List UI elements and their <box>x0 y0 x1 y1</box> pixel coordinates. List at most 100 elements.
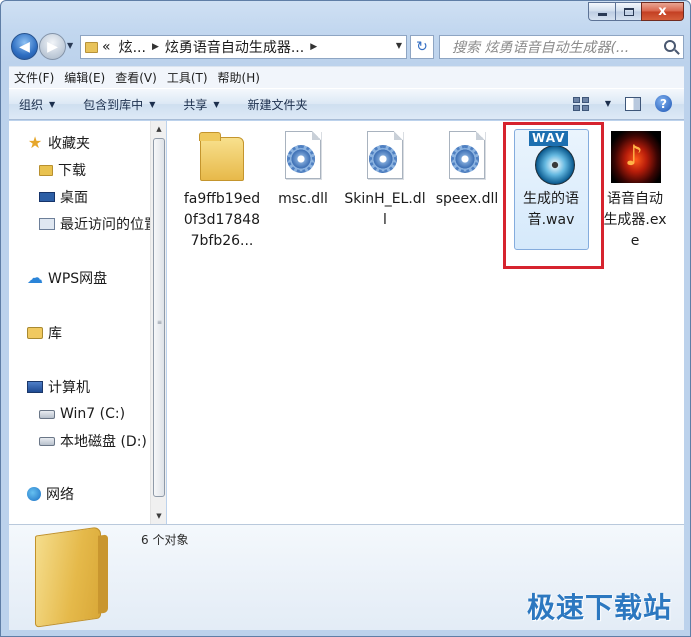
folder-icon <box>199 132 244 181</box>
navigation-pane: ★ 收藏夹 下载 桌面 最近访问的位置 ☁ WPS网盘 库 计算机 Win7 (… <box>9 121 150 524</box>
maximize-icon <box>623 7 634 16</box>
chevron-right-icon[interactable]: ▶ <box>310 42 317 52</box>
annotation-highlight-box <box>503 122 604 269</box>
view-options-button[interactable]: ▼ <box>572 96 611 111</box>
forward-button[interactable]: ▶ <box>39 33 66 60</box>
minimize-button[interactable] <box>588 2 615 21</box>
watermark-text: 极速下载站 <box>526 591 672 624</box>
file-name: speex.dll <box>435 191 499 207</box>
recent-places-icon <box>39 218 55 230</box>
file-item-folder[interactable]: fa9ffb19ed0f3d178487bfb26... <box>180 129 264 252</box>
refresh-icon: ↻ <box>416 39 428 55</box>
nav-item-recent[interactable]: 最近访问的位置 <box>39 213 150 235</box>
menu-tools[interactable]: 工具(T) <box>162 69 213 86</box>
arrow-right-icon: ▶ <box>47 38 58 55</box>
preview-pane-icon[interactable] <box>625 96 641 111</box>
menu-file[interactable]: 文件(F) <box>9 69 59 86</box>
nav-item-downloads[interactable]: 下载 <box>39 159 86 181</box>
organize-button[interactable]: 组织 ▼ <box>19 96 55 113</box>
chevron-down-icon: ▼ <box>604 99 611 108</box>
back-button[interactable]: ◀ <box>11 33 38 60</box>
chevron-down-icon: ▼ <box>149 99 156 109</box>
folder-icon <box>39 164 53 176</box>
scroll-thumb[interactable]: ≡ <box>153 138 165 497</box>
menu-view[interactable]: 查看(V) <box>110 69 162 86</box>
chevron-down-icon: ▼ <box>213 99 220 109</box>
nav-item-wps-cloud[interactable]: ☁ WPS网盘 <box>27 267 107 289</box>
close-button[interactable]: x <box>641 2 684 21</box>
nav-label: 桌面 <box>60 190 88 206</box>
nav-scrollbar[interactable]: ▲ ≡ ▼ <box>150 121 166 524</box>
nav-item-drive-c[interactable]: Win7 (C:) <box>39 403 125 425</box>
file-name: 语音自动生成器.exe <box>603 191 667 249</box>
music-note-icon: ♪ <box>625 139 643 172</box>
nav-item-library[interactable]: 库 <box>27 322 62 344</box>
recent-pages-dropdown[interactable]: ▼ <box>67 41 73 50</box>
breadcrumb-segment-2[interactable]: 炫勇语音自动生成器... <box>165 37 304 57</box>
nav-item-computer[interactable]: 计算机 <box>27 376 90 398</box>
include-library-button[interactable]: 包含到库中 ▼ <box>83 96 155 113</box>
search-box[interactable]: 搜索 炫勇语音自动生成器(... <box>439 35 684 59</box>
file-name: SkinH_EL.dll <box>344 191 426 228</box>
address-bar[interactable]: « 炫... ▶ 炫勇语音自动生成器... ▶ ▼ <box>80 35 407 59</box>
command-bar: 组织 ▼ 包含到库中 ▼ 共享 ▼ 新建文件夹 ▼ ? <box>9 88 684 120</box>
nav-label: 计算机 <box>48 380 90 396</box>
nav-label: 库 <box>48 326 62 342</box>
file-item-exe[interactable]: ♪ 语音自动生成器.exe <box>595 129 675 252</box>
file-item-speex-dll[interactable]: speex.dll <box>425 129 509 210</box>
file-list: fa9ffb19ed0f3d178487bfb26... msc.dll Ski… <box>167 121 684 524</box>
folder-icon <box>35 526 101 628</box>
scroll-down-icon[interactable]: ▼ <box>151 508 167 524</box>
share-button[interactable]: 共享 ▼ <box>183 96 219 113</box>
file-item-msc-dll[interactable]: msc.dll <box>261 129 345 210</box>
chevron-down-icon[interactable]: ▼ <box>396 41 402 50</box>
menu-edit[interactable]: 编辑(E) <box>59 69 110 86</box>
windows-drive-icon <box>39 409 55 419</box>
hard-drive-icon <box>39 436 55 446</box>
share-label: 共享 <box>183 97 208 112</box>
nav-item-drive-d[interactable]: 本地磁盘 (D:) <box>39 430 147 452</box>
search-input[interactable]: 搜索 炫勇语音自动生成器(... <box>440 37 650 57</box>
search-icon[interactable] <box>664 40 676 52</box>
menu-bar: 文件(F) 编辑(E) 查看(V) 工具(T) 帮助(H) <box>9 66 684 88</box>
library-icon <box>27 327 43 339</box>
close-icon: x <box>658 4 667 19</box>
gear-icon <box>451 145 479 173</box>
cloud-icon: ☁ <box>27 268 43 287</box>
gear-icon <box>369 145 397 173</box>
refresh-button[interactable]: ↻ <box>410 35 434 59</box>
chevron-right-icon[interactable]: ▶ <box>152 42 159 52</box>
file-name: msc.dll <box>278 191 328 207</box>
gear-icon <box>287 145 315 173</box>
nav-item-desktop[interactable]: 桌面 <box>39 186 88 208</box>
nav-label: 收藏夹 <box>48 136 90 152</box>
window-controls: x <box>588 2 684 21</box>
star-icon: ★ <box>27 133 43 152</box>
nav-label: 最近访问的位置 <box>60 217 150 233</box>
exe-flame-icon: ♪ <box>611 131 661 183</box>
nav-item-favorites[interactable]: ★ 收藏夹 <box>27 132 90 154</box>
breadcrumb-segment-1[interactable]: 炫... <box>119 37 146 57</box>
include-library-label: 包含到库中 <box>83 97 144 112</box>
file-item-skinh-dll[interactable]: SkinH_EL.dll <box>343 129 427 231</box>
nav-item-network[interactable]: 网络 <box>27 483 74 505</box>
help-icon[interactable]: ? <box>655 95 672 112</box>
nav-label: 网络 <box>46 487 74 503</box>
item-count: 6 个对象 <box>141 533 189 547</box>
nav-label: WPS网盘 <box>48 271 108 287</box>
nav-label: 本地磁盘 (D:) <box>60 434 147 450</box>
desktop-icon <box>39 192 55 202</box>
view-icon <box>572 96 589 111</box>
chevron-down-icon: ▼ <box>49 99 56 109</box>
new-folder-button[interactable]: 新建文件夹 <box>248 96 308 113</box>
folder-icon <box>85 41 98 53</box>
maximize-button[interactable] <box>615 2 641 21</box>
network-icon <box>27 487 41 501</box>
scroll-up-icon[interactable]: ▲ <box>151 121 167 137</box>
minimize-icon <box>597 13 607 16</box>
nav-label: 下载 <box>58 163 86 179</box>
address-prefix[interactable]: « <box>102 39 111 55</box>
file-name: fa9ffb19ed0f3d178487bfb26... <box>183 191 261 249</box>
nav-label: Win7 (C:) <box>60 406 126 422</box>
menu-help[interactable]: 帮助(H) <box>213 69 265 86</box>
